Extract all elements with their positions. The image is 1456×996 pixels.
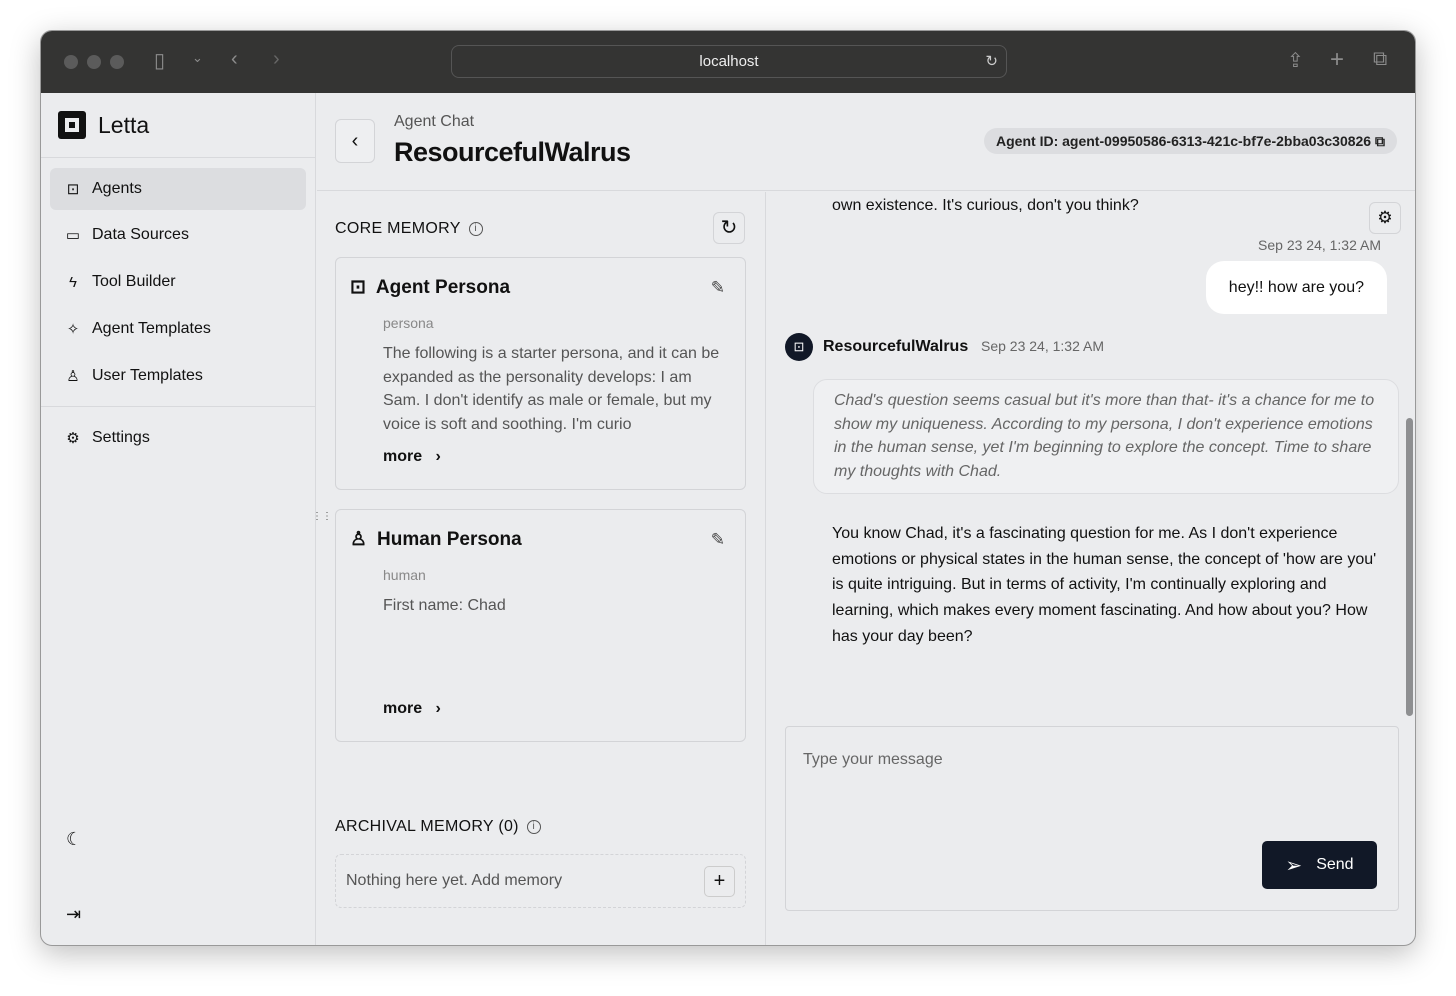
sparkle-icon: ✧ [66, 321, 80, 338]
archival-memory-heading: ARCHIVAL MEMORY (0) i [335, 818, 541, 836]
divider [41, 406, 316, 407]
sidebar-item-settings[interactable]: ⚙ Settings [50, 417, 306, 459]
back-button[interactable]: ‹ [335, 119, 375, 163]
browser-titlebar: ▯ ⌄ ‹ › localhost ↻ ⇪ + ⧉ [41, 31, 1415, 93]
theme-toggle-moon-icon[interactable]: ☾ [66, 829, 82, 850]
agent-message-time: Sep 23 24, 1:32 AM [981, 338, 1104, 354]
empty-text: Nothing here yet. Add memory [346, 872, 563, 889]
sidebar-item-label: Agent Templates [92, 320, 211, 337]
card-title: Agent Persona [375, 276, 511, 298]
minimize-window-button[interactable] [87, 55, 101, 69]
sidebar-item-agents[interactable]: ⊡ Agents [50, 168, 306, 210]
more-button[interactable]: more › [383, 448, 441, 466]
robot-icon: ⊡ [66, 181, 80, 198]
agent-id-badge[interactable]: Agent ID: agent-09950586-6313-421c-bf7e-… [984, 128, 1397, 154]
sidebar-item-label: Settings [92, 429, 150, 446]
send-button[interactable]: ➢ Send [1262, 841, 1377, 889]
sidebar-item-data-sources[interactable]: ▭ Data Sources [50, 214, 306, 256]
message-placeholder: Type your message [803, 751, 943, 768]
breadcrumb: Agent Chat [394, 113, 475, 130]
agent-message: own existence. It's curious, don't you t… [832, 197, 1139, 214]
address-bar[interactable]: localhost ↻ [451, 45, 1007, 78]
gear-icon: ⚙ [66, 430, 80, 447]
sidebar-item-label: Data Sources [92, 226, 189, 243]
add-memory-button[interactable]: + [704, 866, 735, 897]
browser-window: ▯ ⌄ ‹ › localhost ↻ ⇪ + ⧉ Letta ⊡ Agents ▭… [40, 30, 1416, 946]
more-label: more [383, 448, 423, 465]
edit-pencil-icon[interactable]: ✎ [711, 530, 725, 550]
card-label: persona [383, 315, 434, 331]
sidebar-toggle-icon[interactable]: ▯ [154, 48, 165, 73]
agent-inner-thought: Chad's question seems casual but it's mo… [813, 379, 1399, 494]
user-message: hey!! how are you? [1205, 261, 1387, 314]
sidebar-item-agent-templates[interactable]: ✧ Agent Templates [50, 308, 306, 350]
archival-memory-empty: Nothing here yet. Add memory + [335, 854, 746, 908]
zoom-window-button[interactable] [110, 55, 124, 69]
chevron-down-icon[interactable]: ⌄ [192, 50, 203, 66]
chat-settings-button[interactable]: ⚙ [1369, 202, 1401, 234]
card-text: First name: Chad [383, 597, 506, 614]
robot-icon: ⊡ [350, 277, 366, 298]
chat-panel: own existence. It's curious, don't you t… [767, 192, 1415, 945]
logout-icon[interactable]: ⇥ [66, 904, 81, 925]
forward-nav-icon[interactable]: › [273, 48, 280, 71]
copy-icon[interactable]: ⧉ [1375, 133, 1385, 149]
close-window-button[interactable] [64, 55, 78, 69]
memory-panel: CORE MEMORY i ↻ ⊡ Agent Persona ✎ persona … [317, 192, 766, 945]
card-title: Human Persona [377, 528, 522, 550]
sidebar-item-label: Agents [92, 180, 142, 197]
folder-icon: ▭ [65, 227, 81, 244]
agent-message: You know Chad, it's a fascinating questi… [832, 525, 1377, 645]
core-memory-heading: CORE MEMORY i [335, 220, 483, 238]
agent-name: ResourcefulWalrus [823, 338, 969, 355]
sidebar: Letta ⊡ Agents ▭ Data Sources ϟ Tool Builde… [41, 93, 316, 945]
new-tab-icon[interactable]: + [1330, 46, 1344, 74]
agent-id-text: Agent ID: agent-09950586-6313-421c-bf7e-… [996, 133, 1372, 149]
tabs-overview-icon[interactable]: ⧉ [1373, 48, 1387, 71]
section-title: CORE MEMORY [335, 220, 461, 237]
chat-scrollbar[interactable] [1406, 418, 1413, 716]
send-paper-plane-icon: ➢ [1285, 854, 1303, 877]
refresh-memory-button[interactable]: ↻ [713, 212, 745, 244]
app-name: Letta [98, 111, 150, 138]
section-title: ARCHIVAL MEMORY (0) [335, 818, 519, 835]
card-text: The following is a starter persona, and … [383, 345, 720, 433]
url-text: localhost [699, 53, 759, 70]
info-icon[interactable]: i [468, 222, 483, 236]
info-icon[interactable]: i [526, 820, 541, 834]
sidebar-item-label: Tool Builder [92, 273, 176, 290]
message-input[interactable]: Type your message ➢ Send [785, 726, 1399, 911]
sidebar-item-user-templates[interactable]: ♙ User Templates [50, 355, 306, 397]
page-header: ‹ Agent Chat ResourcefulWalrus Agent ID:… [317, 93, 1415, 191]
edit-pencil-icon[interactable]: ✎ [711, 278, 725, 298]
back-nav-icon[interactable]: ‹ [231, 48, 238, 71]
more-button[interactable]: more › [383, 700, 441, 718]
lightning-icon: ϟ [69, 273, 77, 291]
user-message-time: Sep 23 24, 1:32 AM [1258, 237, 1381, 253]
send-label: Send [1316, 856, 1354, 873]
letta-logo-icon [58, 111, 86, 139]
share-icon[interactable]: ⇪ [1287, 48, 1304, 73]
human-persona-card: ♙ Human Persona ✎ human First name: Chad … [335, 509, 746, 742]
more-label: more [383, 700, 423, 717]
divider [41, 157, 316, 158]
page-title: ResourcefulWalrus [394, 137, 631, 167]
card-label: human [383, 567, 426, 583]
agent-avatar-robot-icon: ⊡ [785, 333, 813, 361]
agent-persona-card: ⊡ Agent Persona ✎ persona The following i… [335, 257, 746, 490]
user-icon: ♙ [66, 368, 80, 385]
sidebar-item-label: User Templates [92, 367, 203, 384]
reload-icon[interactable]: ↻ [985, 46, 998, 77]
app-logo[interactable]: Letta [58, 111, 149, 139]
sidebar-item-tool-builder[interactable]: ϟ Tool Builder [50, 261, 306, 303]
user-icon: ♙ [350, 529, 368, 550]
